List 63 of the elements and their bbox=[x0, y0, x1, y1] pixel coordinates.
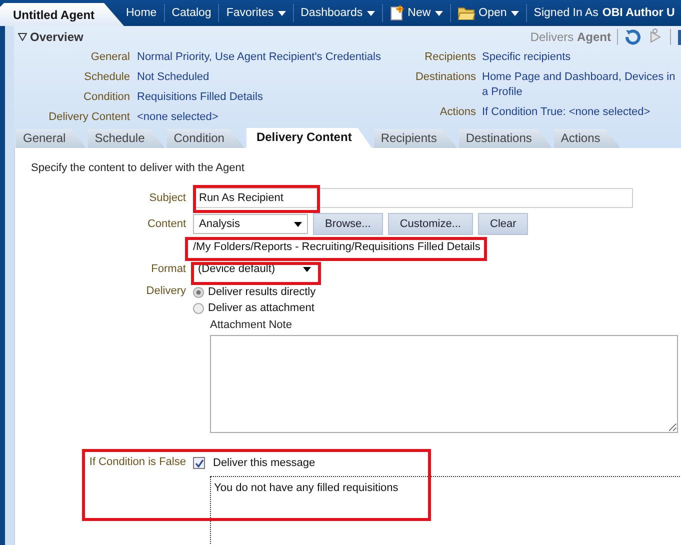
content-dropdown[interactable]: Analysis bbox=[193, 214, 308, 234]
field-link[interactable]: Specific recipients bbox=[482, 47, 681, 67]
tab[interactable]: Schedule bbox=[88, 129, 165, 148]
field-link[interactable]: If Condition True: <none selected> bbox=[482, 102, 681, 122]
action-button[interactable]: Customize... bbox=[388, 213, 473, 235]
nav-link[interactable]: Dashboards bbox=[292, 4, 382, 22]
field-label: Format bbox=[150, 263, 186, 275]
field-link[interactable]: Normal Priority, Use Agent Recipient's Credentials bbox=[137, 47, 402, 67]
caret-icon bbox=[294, 222, 302, 226]
field-label: Recipients bbox=[424, 50, 476, 65]
field-label: Delivery bbox=[145, 284, 186, 297]
new-document-icon bbox=[390, 5, 404, 21]
signed-in-label: Signed In As bbox=[534, 7, 598, 19]
caret-icon bbox=[278, 10, 286, 16]
field-label: Destinations bbox=[414, 70, 476, 85]
nav-link[interactable]: Catalog bbox=[164, 4, 218, 22]
radio-option[interactable]: Deliver results directly bbox=[193, 284, 316, 300]
tab[interactable]: Delivery Content bbox=[246, 128, 372, 148]
checkbox[interactable] bbox=[193, 457, 205, 469]
field-label: Delivery Content bbox=[48, 110, 130, 125]
folder-icon bbox=[458, 6, 475, 20]
field-label: Condition bbox=[82, 90, 130, 105]
field-label: Actions bbox=[438, 105, 476, 120]
field-label: If Condition is False bbox=[88, 455, 186, 468]
overview-toggle[interactable]: Overview bbox=[14, 30, 84, 44]
nav-link[interactable]: New bbox=[382, 4, 450, 22]
radio-button[interactable] bbox=[193, 302, 204, 314]
message-field[interactable]: You do not have any filled requisitions bbox=[210, 476, 681, 545]
delivers-label: Delivers Agent bbox=[530, 30, 611, 44]
field-link[interactable]: Not Scheduled bbox=[137, 67, 402, 87]
field-link[interactable]: Requisitions Filled Details bbox=[137, 87, 402, 107]
instruction-text: Specify the content to deliver with the Agent bbox=[31, 161, 246, 175]
refresh-icon[interactable] bbox=[624, 28, 642, 46]
tab[interactable]: Destinations bbox=[458, 129, 552, 148]
tab[interactable]: General bbox=[16, 129, 86, 148]
field-label: Attachment Note bbox=[210, 318, 292, 332]
caret-icon bbox=[303, 266, 311, 272]
field-label: Content bbox=[146, 218, 186, 230]
user-menu[interactable]: OBI Author U bbox=[602, 7, 675, 19]
field-label: Subject bbox=[148, 192, 186, 204]
field-link[interactable]: <none selected> bbox=[137, 107, 402, 127]
caret-icon bbox=[510, 10, 519, 16]
caret-icon bbox=[366, 10, 375, 16]
radio-option[interactable]: Deliver as attachment bbox=[193, 300, 314, 316]
field-link[interactable]: Home Page and Dashboard, Devices in a Profile bbox=[482, 67, 681, 102]
tab[interactable]: Condition bbox=[166, 129, 244, 148]
checkbox-option[interactable]: Deliver this message bbox=[193, 455, 316, 471]
tab[interactable]: Actions bbox=[554, 129, 620, 148]
agent-tab[interactable]: Untitled Agent bbox=[0, 3, 124, 26]
nav-link[interactable]: Favorites bbox=[218, 4, 293, 22]
caret-icon bbox=[434, 10, 443, 16]
nav-link[interactable]: Open bbox=[450, 4, 526, 22]
radio-button[interactable] bbox=[193, 286, 204, 298]
action-button[interactable]: Browse... bbox=[313, 213, 383, 235]
subject-field[interactable]: Run As Recipient bbox=[193, 188, 633, 208]
checkmark-icon bbox=[194, 458, 204, 468]
tab[interactable]: Recipients bbox=[374, 129, 457, 148]
action-button[interactable]: Clear bbox=[478, 213, 528, 235]
field-label: Schedule bbox=[83, 70, 130, 85]
field-label: General bbox=[90, 50, 130, 65]
nav-link[interactable]: Home bbox=[124, 4, 164, 22]
content-path: /My Folders/Reports - Recruiting/Requisitions Filled Details bbox=[193, 241, 480, 253]
attachment-note-field[interactable] bbox=[210, 335, 678, 433]
